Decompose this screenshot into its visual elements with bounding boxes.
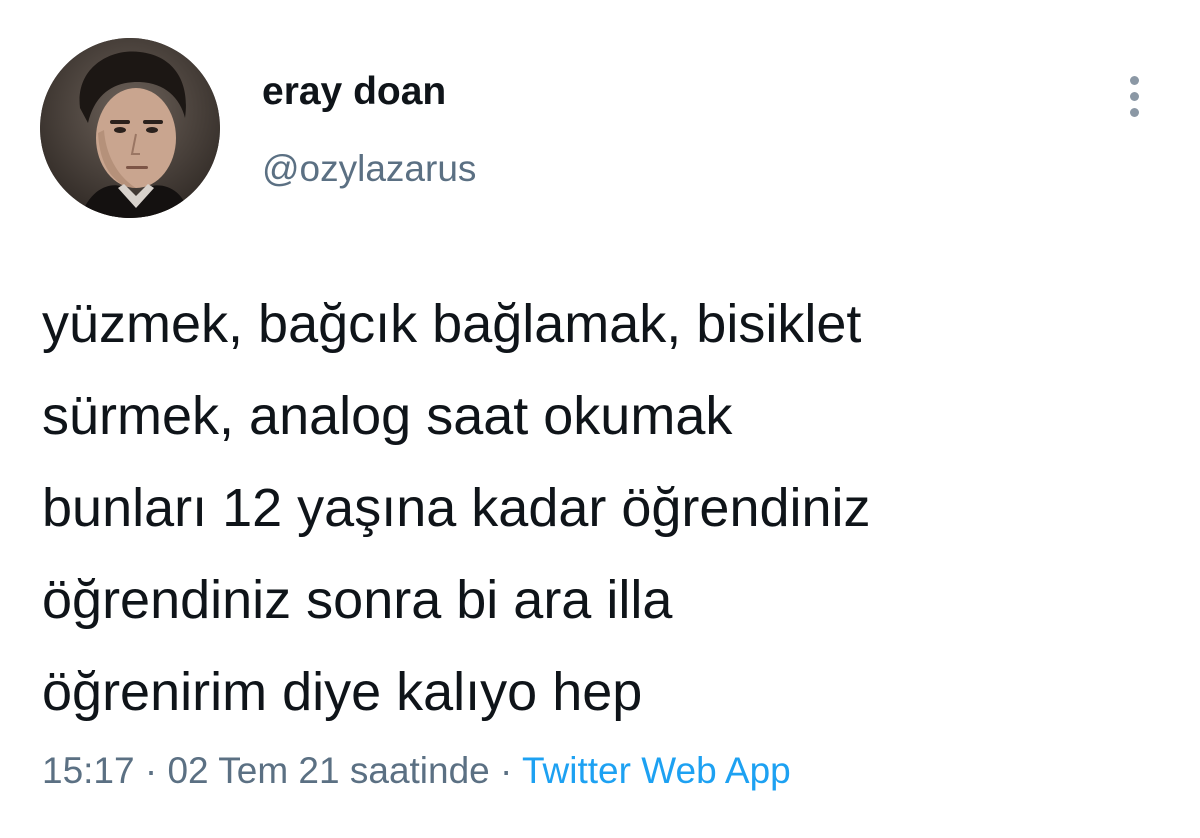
more-dot [1129,75,1139,85]
avatar[interactable] [40,38,220,218]
tweet-text-line: öğrenirim diye kalıyo hep [42,662,643,722]
tweet-time[interactable]: 15:17 [42,750,135,791]
tweet-meta: 15:17 · 02 Tem 21 saatinde · Twitter Web… [42,750,791,792]
author-display-name[interactable]: eray doan [262,70,446,114]
tweet-text-line: bunları 12 yaşına kadar öğrendiniz [42,478,871,538]
tweet-text-line: yüzmek, bağcık bağlamak, bisiklet [42,294,862,354]
more-dot [1129,91,1139,101]
tweet-text-line: sürmek, analog saat okumak [42,386,733,446]
more-vertical-icon[interactable] [1114,66,1154,126]
tweet-date[interactable]: 02 Tem 21 saatinde [167,750,489,791]
meta-separator: · [144,750,158,791]
more-dot [1129,107,1139,117]
avatar-image [40,38,220,218]
tweet-card: eray doan @ozylazarus yüzmek, bağcık bağ… [0,0,1200,838]
tweet-source-link[interactable]: Twitter Web App [522,750,791,791]
author-handle[interactable]: @ozylazarus [262,148,476,190]
tweet-text: yüzmek, bağcık bağlamak, bisiklet sürmek… [42,278,1172,738]
tweet-text-line: öğrendiniz sonra bi ara illa [42,570,673,630]
meta-separator: · [500,750,513,791]
